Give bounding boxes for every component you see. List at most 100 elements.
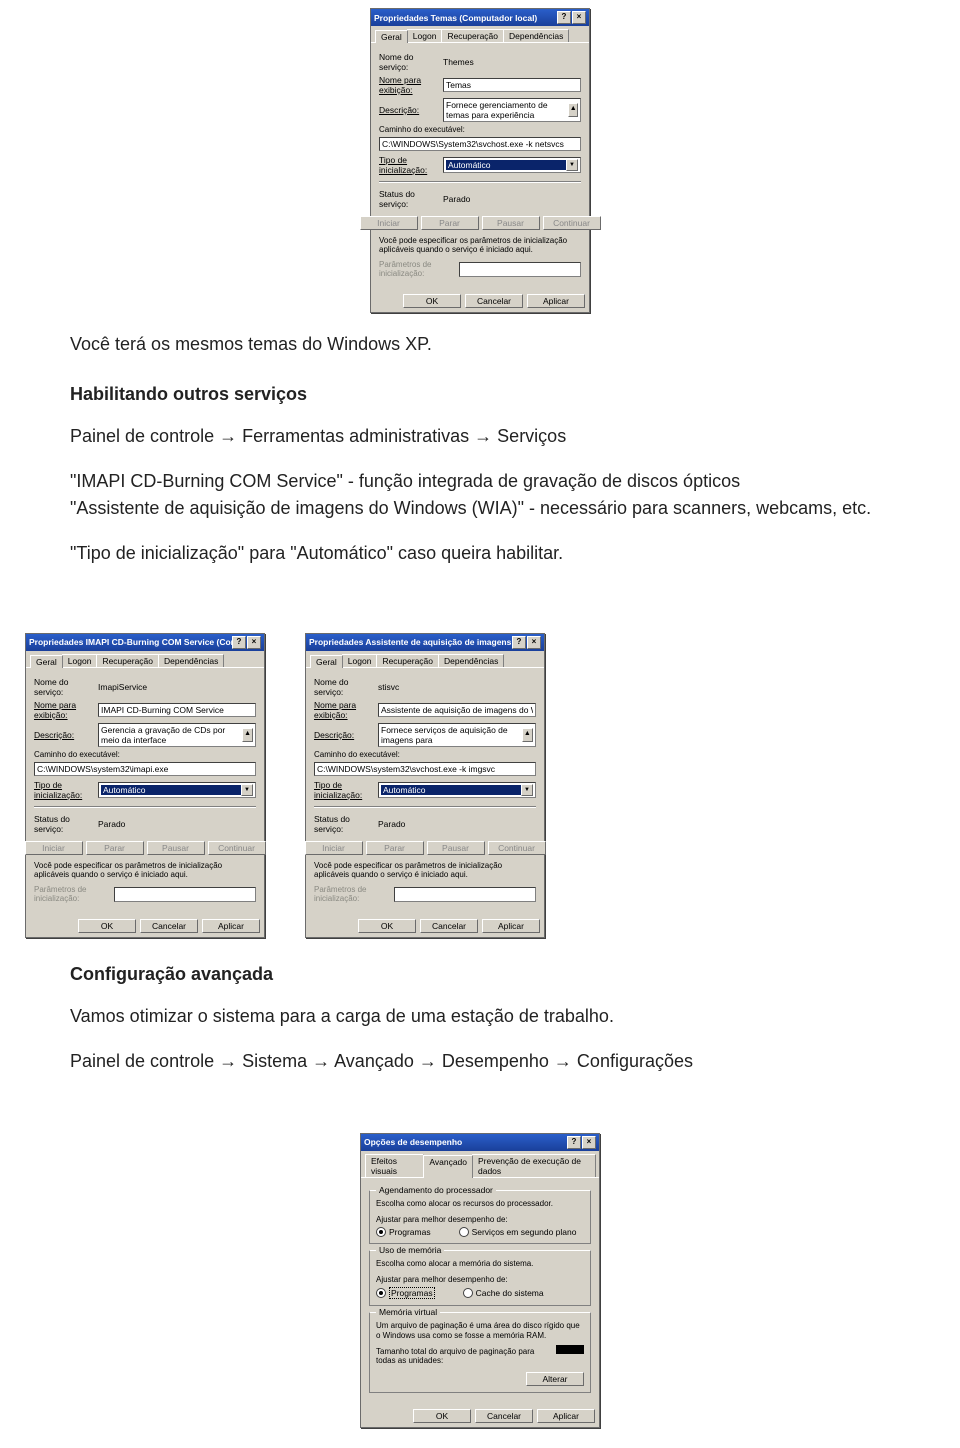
- close-button[interactable]: ×: [247, 636, 261, 649]
- tab-efeitos-visuais[interactable]: Efeitos visuais: [365, 1154, 424, 1177]
- radio-dot-icon: [463, 1288, 473, 1298]
- input-display-name[interactable]: Assistente de aquisição de imagens do Wi…: [378, 703, 536, 717]
- label-start-params: Parâmetros de inicialização:: [34, 885, 114, 904]
- input-description[interactable]: Gerencia a gravação de CDs por meio da i…: [98, 723, 256, 747]
- radio-dot-icon: [459, 1227, 469, 1237]
- parar-button[interactable]: Parar: [86, 841, 144, 855]
- heading-config-avancada: Configuração avançada: [70, 964, 890, 985]
- radio-programas-mem[interactable]: Programas: [376, 1287, 435, 1299]
- help-button[interactable]: ?: [232, 636, 246, 649]
- input-start-params[interactable]: [394, 887, 536, 902]
- cancelar-button[interactable]: Cancelar: [465, 294, 523, 308]
- tab-recuperacao[interactable]: Recuperação: [441, 29, 504, 42]
- input-description[interactable]: Fornece gerenciamento de temas para expe…: [443, 98, 581, 122]
- input-description[interactable]: Fornece serviços de aquisição de imagens…: [378, 723, 536, 747]
- tab-logon[interactable]: Logon: [407, 29, 443, 42]
- tab-dependencias[interactable]: Dependências: [438, 654, 504, 667]
- aplicar-button[interactable]: Aplicar: [482, 919, 540, 933]
- chevron-down-icon[interactable]: ▼: [521, 784, 533, 796]
- continuar-button[interactable]: Continuar: [488, 841, 546, 855]
- titlebar[interactable]: Propriedades IMAPI CD-Burning COM Servic…: [26, 634, 264, 651]
- paragraph: "Assistente de aquisição de imagens do W…: [70, 495, 890, 522]
- input-start-params[interactable]: [114, 887, 256, 902]
- input-start-params[interactable]: [459, 262, 581, 277]
- tab-recuperacao[interactable]: Recuperação: [96, 654, 159, 667]
- paragraph: "Tipo de inicialização" para "Automático…: [70, 540, 890, 567]
- tab-logon[interactable]: Logon: [342, 654, 378, 667]
- pausar-button[interactable]: Pausar: [427, 841, 485, 855]
- dialog-performance-options: Opções de desempenho ? × Efeitos visuais…: [360, 1133, 600, 1428]
- iniciar-button[interactable]: Iniciar: [360, 216, 418, 230]
- aplicar-button[interactable]: Aplicar: [202, 919, 260, 933]
- cancelar-button[interactable]: Cancelar: [140, 919, 198, 933]
- tab-avancado[interactable]: Avançado: [423, 1155, 473, 1178]
- params-note: Você pode especificar os parâmetros de i…: [34, 861, 256, 880]
- tabstrip: Geral Logon Recuperação Dependências: [306, 651, 544, 668]
- tab-geral[interactable]: Geral: [310, 655, 343, 668]
- help-button[interactable]: ?: [567, 1136, 581, 1149]
- continuar-button[interactable]: Continuar: [208, 841, 266, 855]
- iniciar-button[interactable]: Iniciar: [25, 841, 83, 855]
- label-start-params: Parâmetros de inicialização:: [314, 885, 394, 904]
- dialog-wia: Propriedades Assistente de aquisição de …: [305, 633, 545, 938]
- paragraph: Painel de controle → Ferramentas adminis…: [70, 423, 890, 450]
- tab-dep[interactable]: Prevenção de execução de dados: [472, 1154, 596, 1177]
- radio-programas[interactable]: Programas: [376, 1227, 431, 1237]
- ok-button[interactable]: OK: [78, 919, 136, 933]
- tab-dependencias[interactable]: Dependências: [158, 654, 224, 667]
- scroll-up-icon[interactable]: ▲: [242, 728, 253, 742]
- tabstrip: Efeitos visuais Avançado Prevenção de ex…: [361, 1151, 599, 1178]
- input-display-name[interactable]: IMAPI CD-Burning COM Service: [98, 703, 256, 717]
- label-description: Descrição:: [34, 730, 98, 740]
- scroll-up-icon[interactable]: ▲: [522, 728, 533, 742]
- close-button[interactable]: ×: [572, 11, 586, 24]
- cancelar-button[interactable]: Cancelar: [420, 919, 478, 933]
- radio-cache-sistema[interactable]: Cache do sistema: [463, 1287, 544, 1299]
- pausar-button[interactable]: Pausar: [482, 216, 540, 230]
- tab-geral[interactable]: Geral: [375, 30, 408, 43]
- group-title: Uso de memória: [376, 1245, 444, 1255]
- tab-dependencias[interactable]: Dependências: [503, 29, 569, 42]
- tab-logon[interactable]: Logon: [62, 654, 98, 667]
- parar-button[interactable]: Parar: [366, 841, 424, 855]
- help-button[interactable]: ?: [557, 11, 571, 24]
- pausar-button[interactable]: Pausar: [147, 841, 205, 855]
- value-service-status: Parado: [443, 194, 470, 204]
- continuar-button[interactable]: Continuar: [543, 216, 601, 230]
- scroll-up-icon[interactable]: ▲: [568, 103, 578, 117]
- input-display-name[interactable]: Temas: [443, 78, 581, 92]
- dropdown-startup-type[interactable]: Automático▼: [98, 782, 256, 798]
- ok-button[interactable]: OK: [358, 919, 416, 933]
- value-service-name: Themes: [443, 57, 474, 67]
- dropdown-startup-type[interactable]: Automático▼: [443, 157, 581, 173]
- help-button[interactable]: ?: [512, 636, 526, 649]
- groupbox-virtual-memory: Memória virtual Um arquivo de paginação …: [369, 1312, 591, 1392]
- label-service-status: Status do serviço:: [34, 814, 98, 834]
- adjust-label: Ajustar para melhor desempenho de:: [376, 1215, 584, 1225]
- label-exe-path: Caminho do executável:: [314, 750, 536, 760]
- group-note: Escolha como alocar a memória do sistema…: [376, 1259, 584, 1269]
- parar-button[interactable]: Parar: [421, 216, 479, 230]
- radio-servicos-bg[interactable]: Serviços em segundo plano: [459, 1227, 577, 1237]
- window-title: Propriedades IMAPI CD-Burning COM Servic…: [29, 637, 232, 647]
- tab-geral[interactable]: Geral: [30, 655, 63, 668]
- aplicar-button[interactable]: Aplicar: [527, 294, 585, 308]
- input-exe-path: C:\WINDOWS\system32\imapi.exe: [34, 762, 256, 776]
- label-description: Descrição:: [314, 730, 378, 740]
- value-service-status: Parado: [98, 819, 125, 829]
- label-description: Descrição:: [379, 105, 443, 115]
- label-startup-type: Tipo de inicialização:: [379, 155, 443, 175]
- tab-recuperacao[interactable]: Recuperação: [376, 654, 439, 667]
- iniciar-button[interactable]: Iniciar: [305, 841, 363, 855]
- chevron-down-icon[interactable]: ▼: [566, 159, 578, 171]
- titlebar[interactable]: Propriedades Temas (Computador local) ? …: [371, 9, 589, 26]
- titlebar[interactable]: Opções de desempenho ? ×: [361, 1134, 599, 1151]
- chevron-down-icon[interactable]: ▼: [241, 784, 253, 796]
- label-exe-path: Caminho do executável:: [379, 125, 581, 135]
- close-button[interactable]: ×: [582, 1136, 596, 1149]
- alterar-button[interactable]: Alterar: [526, 1372, 584, 1386]
- close-button[interactable]: ×: [527, 636, 541, 649]
- titlebar[interactable]: Propriedades Assistente de aquisição de …: [306, 634, 544, 651]
- ok-button[interactable]: OK: [403, 294, 461, 308]
- dropdown-startup-type[interactable]: Automático▼: [378, 782, 536, 798]
